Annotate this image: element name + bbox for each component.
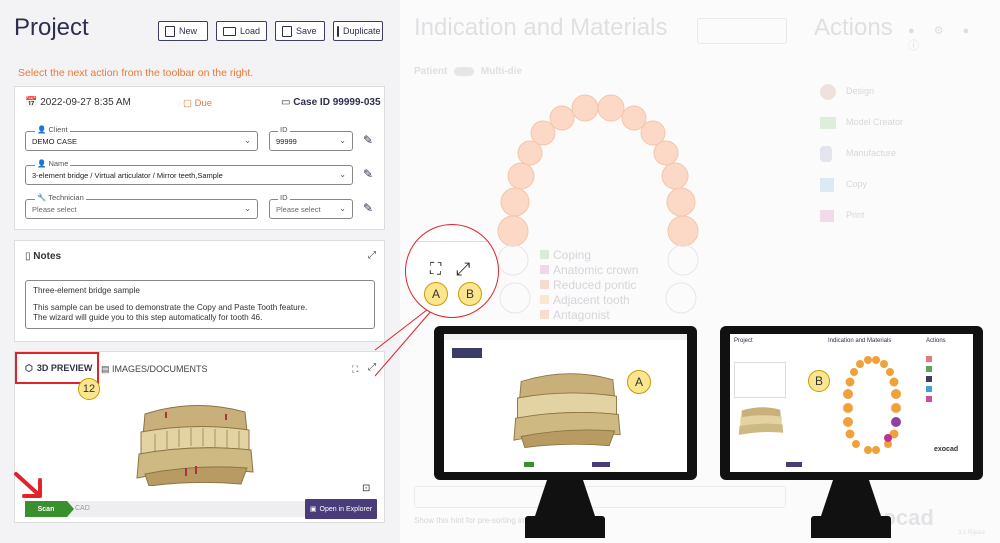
monitor-a-titlebar — [444, 334, 687, 340]
monitor-a-explorer-chip — [592, 462, 610, 467]
monitor-b-left-panel — [734, 362, 786, 398]
monitor-b-explorer-chip — [786, 462, 802, 467]
monitor-a-callout: A — [627, 370, 651, 394]
monitor-b-indication-title: Indication and Materials — [828, 338, 892, 344]
zoom-inner-card-edge — [406, 241, 498, 242]
monitor-b-callout: B — [808, 370, 830, 392]
callout-a: A — [424, 282, 448, 306]
monitor-a-scan-chip — [524, 462, 534, 467]
monitor-b-logo: exocad — [934, 446, 959, 453]
zoom-circle: ⛶ ⤢ A B — [405, 224, 499, 318]
monitor-b-neck — [821, 480, 881, 516]
monitor-b-base — [811, 516, 891, 538]
monitor-a-dental-model — [513, 373, 621, 449]
monitor-b-screen: Project Indication and Materials Actions — [730, 334, 973, 472]
callout-b: B — [458, 282, 482, 306]
monitor-a-screen: A — [444, 334, 687, 472]
monitor-b-project-title: Project — [734, 338, 753, 344]
monitor-b: Project Indication and Materials Actions — [720, 326, 983, 538]
monitor-b-actions-title: Actions — [926, 338, 946, 344]
expand-icon-zoomed: ⤢ — [456, 259, 471, 279]
monitor-b-dental-model — [738, 407, 784, 436]
monitor-a: A — [434, 326, 697, 538]
fit-view-icon-zoomed: ⛶ — [430, 261, 442, 278]
monitor-b-tooth-chart — [843, 356, 901, 454]
monitor-a-neck — [535, 480, 595, 516]
monitor-a-header-chip — [452, 348, 482, 358]
monitor-a-base — [525, 516, 605, 538]
monitor-b-actions-list — [926, 352, 966, 412]
